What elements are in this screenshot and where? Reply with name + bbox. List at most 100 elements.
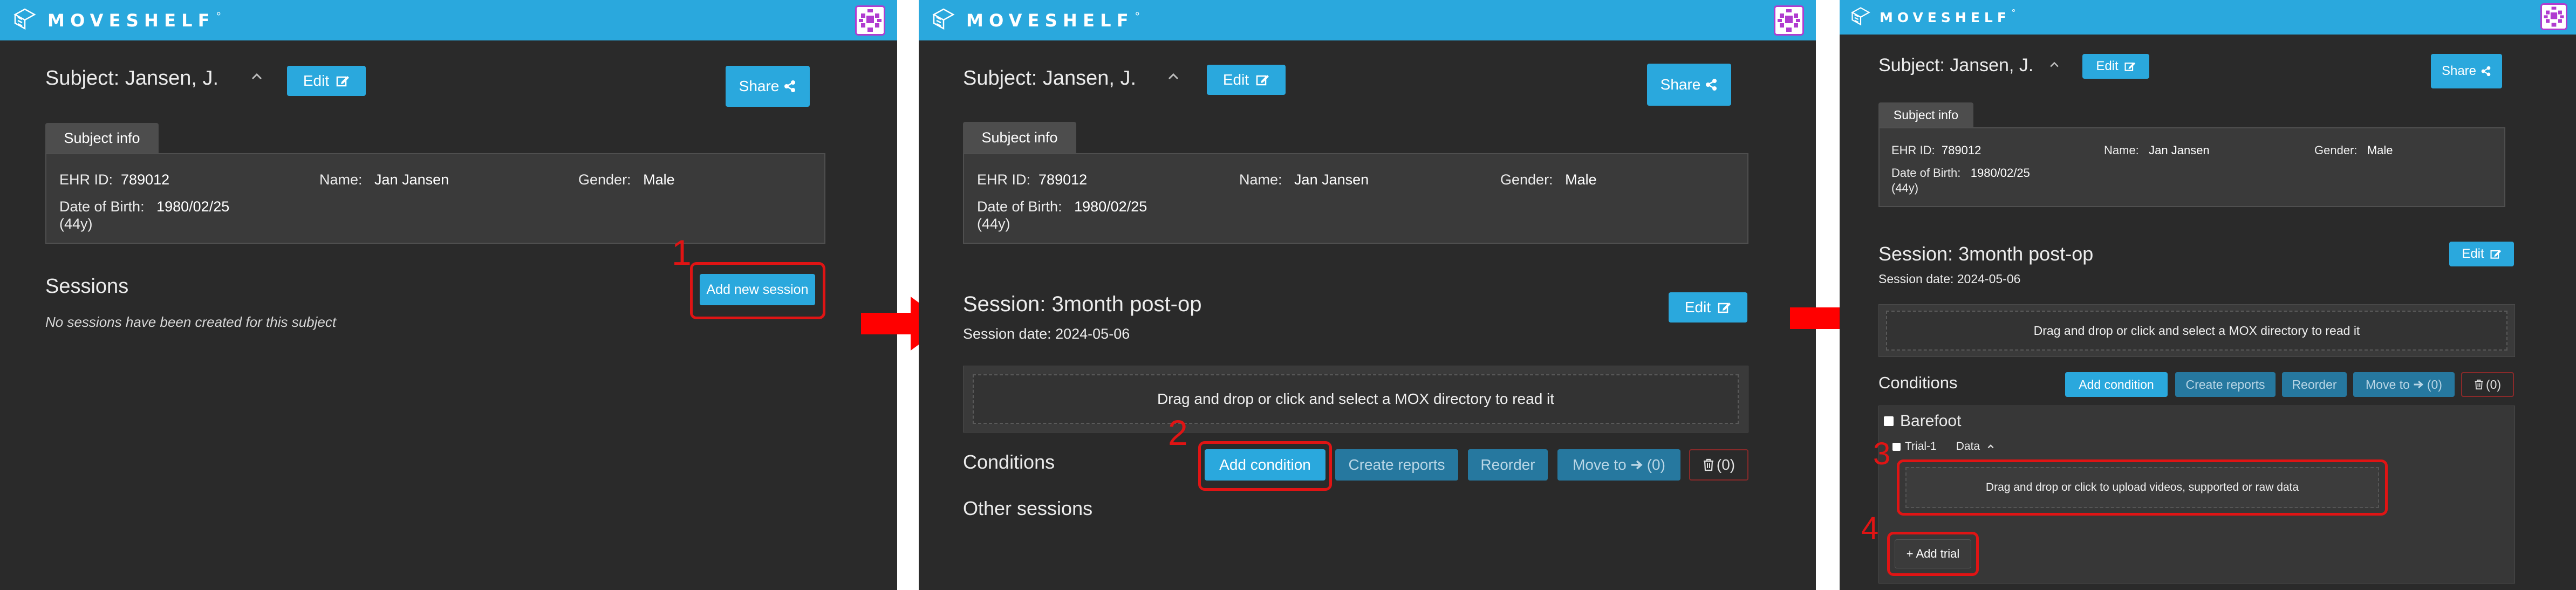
delete-button[interactable]: (0)	[2461, 372, 2514, 397]
share-button[interactable]: Share	[726, 66, 810, 107]
no-sessions-message: No sessions have been created for this s…	[45, 314, 337, 330]
mox-dropzone[interactable]: Drag and drop or click and select a MOX …	[1886, 311, 2507, 351]
create-reports-button[interactable]: Create reports	[1335, 449, 1458, 481]
move-to-count: (0)	[2427, 377, 2442, 392]
move-to-label: Move to	[1573, 456, 1627, 473]
tab-subject-info[interactable]: Subject info	[1878, 102, 1973, 127]
reorder-button[interactable]: Reorder	[1468, 449, 1548, 481]
edit-icon	[2490, 248, 2502, 260]
move-to-button[interactable]: Move to (0)	[2353, 372, 2455, 397]
edit-subject-button[interactable]: Edit	[287, 66, 366, 96]
share-label: Share	[739, 78, 780, 94]
trial-name: Trial-1	[1905, 440, 1937, 452]
moveshelf-logo-icon	[932, 7, 955, 33]
subject-title: Subject: Jansen, J.	[1878, 55, 2034, 76]
edit-label: Edit	[1684, 299, 1711, 315]
navbar: MOVESHELF °	[0, 0, 897, 40]
arrow-right-icon	[1630, 458, 1644, 472]
share-icon	[783, 80, 796, 93]
edit-label: Edit	[1222, 71, 1249, 88]
arrow-right-icon	[2413, 379, 2424, 390]
gender-field: Gender: Male	[1500, 171, 1597, 188]
step-number-2: 2	[1168, 413, 1188, 452]
share-label: Share	[2441, 64, 2477, 78]
chevron-up-icon[interactable]	[1166, 69, 1181, 84]
brand[interactable]: MOVESHELF °	[1850, 0, 2015, 35]
add-trial-button[interactable]: + Add trial	[1895, 539, 1971, 568]
brand-name: MOVESHELF	[47, 10, 215, 31]
step-number-3: 3	[1873, 436, 1891, 471]
add-condition-button[interactable]: Add condition	[2065, 372, 2168, 397]
share-button[interactable]: Share	[1647, 64, 1731, 106]
ehr-id-field: EHR ID: 789012	[59, 171, 170, 188]
edit-label: Edit	[2462, 246, 2484, 261]
brand-mark: °	[216, 10, 221, 23]
edit-icon	[1717, 300, 1731, 314]
move-to-button[interactable]: Move to (0)	[1557, 449, 1680, 481]
edit-subject-button[interactable]: Edit	[1207, 65, 1286, 95]
brand-name: MOVESHELF	[966, 10, 1134, 31]
chevron-up-icon[interactable]	[249, 69, 264, 84]
delete-count: (0)	[1716, 456, 1735, 473]
edit-icon	[336, 74, 350, 88]
add-new-session-button[interactable]: Add new session	[700, 274, 815, 305]
mox-dropzone[interactable]: Drag and drop or click and select a MOX …	[973, 374, 1739, 424]
trash-icon	[2474, 379, 2484, 390]
brand[interactable]: MOVESHELF °	[932, 0, 1140, 40]
step-number-1: 1	[672, 232, 692, 272]
dob-field: Date of Birth: 1980/02/25	[977, 198, 1147, 215]
edit-label: Edit	[2096, 59, 2119, 73]
edit-icon	[1255, 73, 1269, 87]
condition-name: Barefoot	[1900, 412, 1962, 430]
condition-checkbox[interactable]	[1884, 416, 1894, 426]
chevron-up-icon[interactable]	[2048, 58, 2061, 71]
tab-subject-info[interactable]: Subject info	[963, 122, 1076, 153]
move-to-label: Move to	[2366, 377, 2410, 392]
ehr-id-field: EHR ID: 789012	[1891, 143, 1981, 157]
session-title: Session: 3month post-op	[1878, 243, 2094, 265]
brand[interactable]: MOVESHELF °	[13, 0, 221, 40]
create-reports-button[interactable]: Create reports	[2175, 372, 2276, 397]
subject-title: Subject: Jansen, J.	[45, 67, 219, 90]
edit-session-button[interactable]: Edit	[1669, 292, 1747, 323]
name-field: Name: Jan Jansen	[319, 171, 449, 188]
conditions-heading: Conditions	[1878, 373, 1958, 392]
data-toggle-label[interactable]: Data	[1956, 440, 1980, 453]
share-button[interactable]: Share	[2431, 54, 2502, 88]
conditions-heading: Conditions	[963, 451, 1055, 473]
edit-subject-button[interactable]: Edit	[2082, 54, 2149, 79]
trial-row[interactable]: Trial-1 Data	[1892, 440, 1995, 453]
avatar[interactable]	[855, 5, 885, 36]
brand-mark: °	[2011, 8, 2016, 18]
edit-icon	[2124, 60, 2136, 72]
name-field: Name: Jan Jansen	[1239, 171, 1369, 188]
session-date: Session date: 2024-05-06	[1878, 272, 2021, 286]
condition-row[interactable]: Barefoot	[1884, 412, 1961, 430]
tab-subject-info[interactable]: Subject info	[45, 123, 159, 153]
add-condition-button[interactable]: Add condition	[1205, 449, 1325, 481]
delete-count: (0)	[2485, 377, 2502, 392]
subject-title: Subject: Jansen, J.	[963, 67, 1137, 90]
screen-subject-page: MOVESHELF ° Subject: Jansen, J. Edit Sha…	[0, 0, 897, 590]
trash-icon	[1703, 458, 1714, 471]
session-title: Session: 3month post-op	[963, 292, 1202, 316]
trial-checkbox[interactable]	[1892, 442, 1901, 451]
step-number-4: 4	[1861, 511, 1879, 546]
share-icon	[2481, 66, 2491, 77]
trial-upload-dropzone[interactable]: Drag and drop or click to upload videos,…	[1905, 467, 2379, 508]
move-to-count: (0)	[1646, 456, 1665, 473]
navbar: MOVESHELF °	[1840, 0, 2576, 35]
edit-session-button[interactable]: Edit	[2449, 242, 2514, 266]
chevron-up-icon[interactable]	[1986, 442, 1995, 451]
avatar[interactable]	[2540, 3, 2567, 30]
brand-name: MOVESHELF	[1880, 9, 2011, 25]
dob-field: Date of Birth: 1980/02/25	[1891, 166, 2030, 180]
avatar[interactable]	[1774, 5, 1804, 36]
age-text: (44y)	[59, 216, 93, 232]
gender-field: Gender: Male	[2314, 143, 2393, 157]
sessions-heading: Sessions	[45, 275, 129, 298]
screen-condition-added: MOVESHELF ° Subject: Jansen, J. Edit Sha…	[1840, 0, 2576, 590]
reorder-button[interactable]: Reorder	[2282, 372, 2347, 397]
delete-button[interactable]: (0)	[1689, 449, 1748, 481]
share-label: Share	[1660, 76, 1701, 93]
